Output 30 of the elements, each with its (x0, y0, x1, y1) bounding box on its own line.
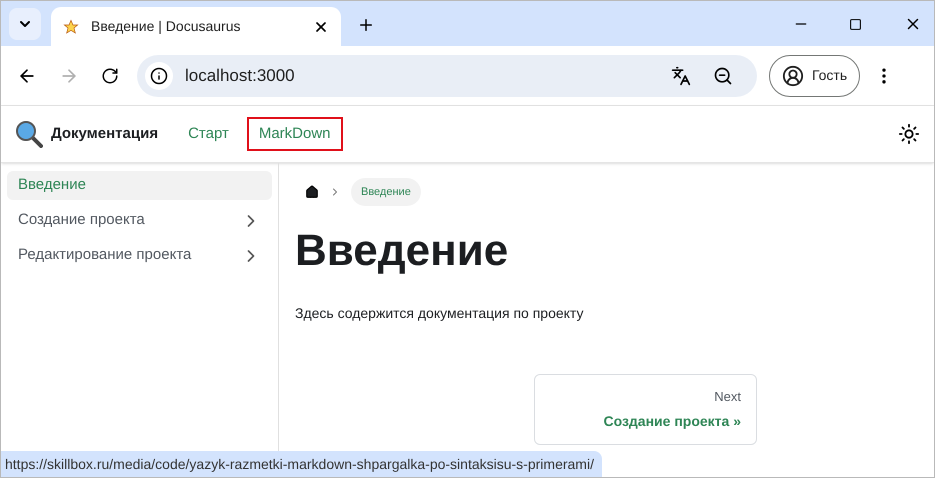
reload-icon[interactable] (101, 66, 119, 84)
address-text: localhost:3000 (185, 64, 296, 87)
maximize-icon[interactable] (849, 18, 862, 31)
browser-tab[interactable]: Введение | Docusaurus (51, 7, 341, 46)
next-title: Создание проекта » (603, 412, 741, 431)
theme-toggle-icon[interactable] (898, 123, 920, 145)
sidebar-item[interactable]: Введение (7, 171, 272, 200)
translate-icon[interactable] (671, 66, 691, 86)
info-icon[interactable] (150, 66, 168, 84)
tab-title: Введение | Docusaurus (91, 17, 242, 36)
status-bar: https://skillbox.ru/media/code/yazyk-razmetki-markdown-shpargalka-po-sintaksisu-s-primerami/ (1, 451, 602, 477)
page-text: Здесь содержится документация по проекту (295, 304, 585, 323)
tab-list-button[interactable] (9, 8, 41, 40)
new-tab-icon[interactable] (357, 16, 375, 34)
next-page-card[interactable]: Next Создание проекта » (534, 374, 757, 445)
nav-link[interactable]: Старт (176, 116, 241, 152)
page-heading: Введение (295, 225, 510, 277)
sidebar-item[interactable]: Создание проекта (7, 206, 272, 235)
nav-link[interactable]: MarkDown (246, 116, 343, 152)
zoom-out-icon[interactable] (713, 66, 733, 86)
site-title[interactable]: Документация (51, 122, 158, 146)
next-label: Next (714, 388, 741, 406)
magnifier-icon (15, 120, 43, 148)
star-icon (63, 18, 79, 34)
address-bar[interactable]: localhost:3000 (137, 54, 757, 96)
home-icon[interactable] (305, 185, 319, 199)
profile-button[interactable]: Гость (769, 54, 860, 96)
breadcrumb-item[interactable]: Введение (351, 178, 421, 206)
sidebar-item[interactable]: Редактирование проекта (7, 241, 272, 270)
person-icon (782, 64, 804, 86)
